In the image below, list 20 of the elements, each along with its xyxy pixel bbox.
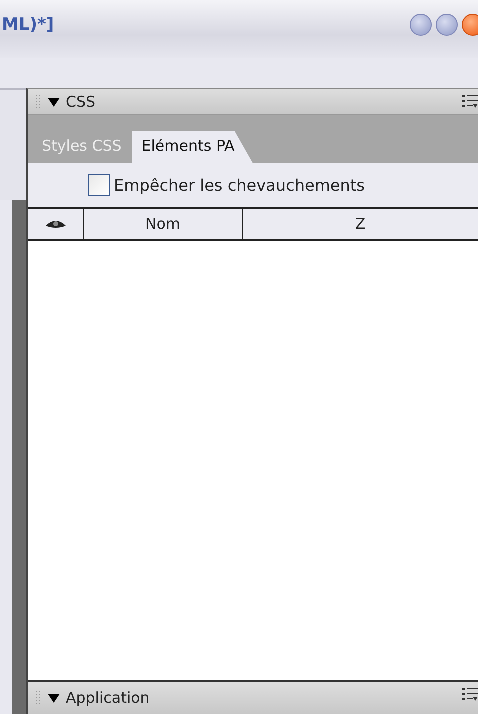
panel-title: Application: [66, 689, 150, 707]
panel-title: CSS: [66, 92, 96, 110]
options-menu-icon[interactable]: [462, 687, 478, 701]
eye-icon: [44, 218, 66, 230]
tab[interactable]: Eléments PA: [132, 131, 253, 163]
minimize-button[interactable]: [410, 14, 432, 36]
checkbox[interactable]: [88, 174, 110, 196]
column-header[interactable]: Nom: [84, 209, 243, 239]
options-menu-icon[interactable]: [462, 94, 478, 108]
window-title: ML)*]: [2, 15, 54, 35]
panel-header[interactable]: Application: [28, 680, 478, 714]
gripper-icon[interactable]: [36, 94, 42, 110]
checkbox-label[interactable]: Empêcher les chevauchements: [114, 176, 366, 194]
close-button[interactable]: [462, 14, 478, 36]
maximize-button[interactable]: [436, 14, 458, 36]
column-header[interactable]: Z: [243, 209, 478, 239]
panel-header[interactable]: CSS: [28, 89, 478, 115]
expand-arrow-icon[interactable]: [48, 96, 60, 106]
expand-arrow-icon[interactable]: [48, 693, 60, 703]
gripper-icon[interactable]: [36, 690, 42, 706]
